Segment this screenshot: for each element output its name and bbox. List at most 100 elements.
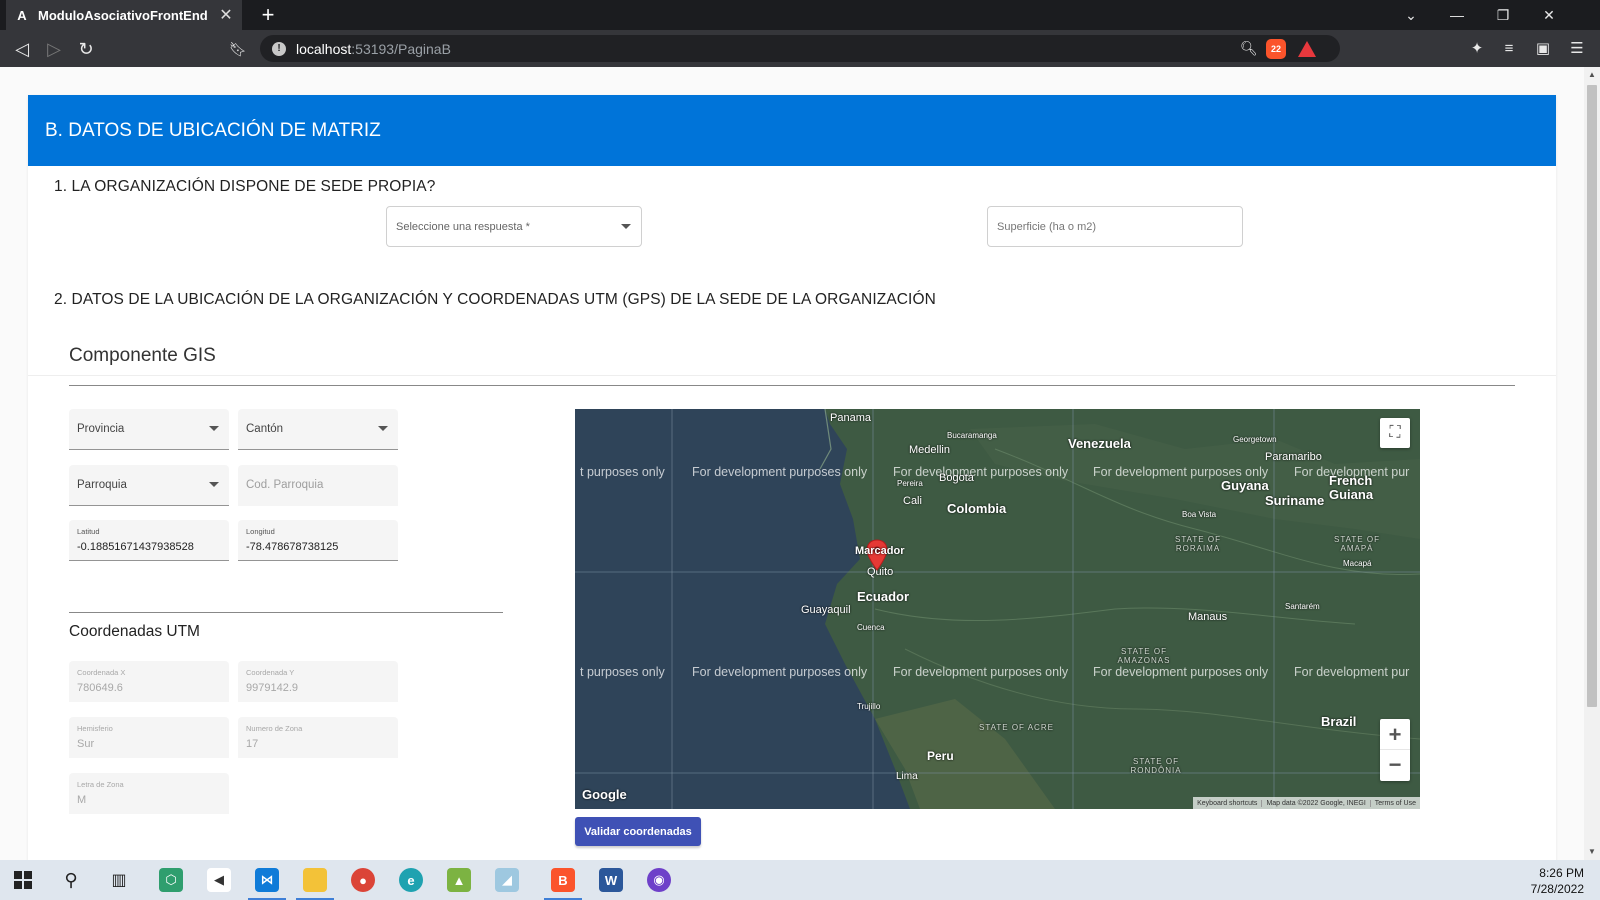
map-label: Guyana [1221, 478, 1269, 493]
scroll-thumb[interactable] [1587, 85, 1597, 707]
github-desktop-icon[interactable]: ◉ [636, 860, 682, 900]
site-info-icon[interactable]: ! [272, 41, 286, 56]
coordenada-y-value: 9979142.9 [246, 682, 298, 694]
notes-app-icon[interactable]: ◢ [484, 860, 530, 900]
chevron-down-icon [209, 482, 219, 487]
address-bar[interactable]: ! localhost:53193/PaginaB 🔍︎ 22 [260, 35, 1340, 62]
superficie-input[interactable]: Superficie (ha o m2) [987, 206, 1243, 247]
brave-shields-icon[interactable]: 22 [1266, 38, 1286, 59]
task-view-icon[interactable]: ▥ [96, 860, 142, 900]
section-header: B. DATOS DE UBICACIÓN DE MATRIZ [28, 95, 1556, 166]
letra-zona-label: Letra de Zona [77, 780, 124, 789]
gis-map[interactable]: t purposes only For development purposes… [575, 409, 1420, 809]
image-app-icon[interactable]: ▲ [436, 860, 482, 900]
validar-coordenadas-button[interactable]: Validar coordenadas [575, 817, 701, 846]
chevron-down-icon [621, 223, 631, 229]
map-label: STATE OF AMAZONAS [1117, 647, 1171, 665]
map-label: Brazil [1321, 714, 1357, 729]
zoom-icon[interactable]: 🔍︎ [1240, 40, 1258, 57]
app-hexagon-icon[interactable]: ⬡ [148, 860, 194, 900]
brave-rewards-icon[interactable] [1298, 40, 1316, 57]
minimize-icon[interactable]: — [1434, 0, 1480, 30]
map-attribution: Keyboard shortcuts Map data ©2022 Google… [1193, 797, 1420, 809]
new-tab-icon[interactable]: + [256, 3, 280, 27]
map-label: Bucaramanga [947, 431, 997, 440]
windows-icon [14, 871, 32, 889]
word-icon[interactable]: W [588, 860, 634, 900]
superficie-placeholder: Superficie (ha o m2) [997, 220, 1097, 233]
page-scrollbar[interactable]: ▲ ▼ [1584, 67, 1600, 860]
reload-icon[interactable]: ↻ [74, 37, 98, 61]
forward-icon[interactable]: ▷ [42, 37, 66, 61]
bookmark-icon[interactable]: 🔖︎ [226, 37, 250, 61]
back-icon[interactable]: ◁ [10, 37, 34, 61]
latitud-value: -0.18851671437938528 [77, 541, 194, 553]
letra-zona-value: M [77, 794, 87, 806]
map-label: Cuenca [857, 623, 885, 632]
zoom-out-icon[interactable]: − [1380, 750, 1410, 781]
start-button[interactable] [0, 860, 46, 900]
extensions-icon[interactable]: ✦ [1466, 38, 1488, 60]
utm-title: Coordenadas UTM [69, 623, 200, 640]
chevron-down-icon [378, 426, 388, 431]
menu-icon[interactable]: ☰ [1566, 38, 1588, 60]
terms-link[interactable]: Terms of Use [1369, 799, 1420, 807]
scroll-up-icon[interactable]: ▲ [1584, 67, 1600, 83]
vscode-icon[interactable]: ⋈ [244, 860, 290, 900]
map-label: Paramaribo [1265, 451, 1322, 463]
map-label: Boa Vista [1182, 510, 1217, 519]
close-window-icon[interactable]: ✕ [1526, 0, 1572, 30]
map-label: STATE OF RONDÔNIA [1130, 757, 1182, 775]
map-label: Guayaquil [801, 604, 851, 616]
map-label: STATE OF AMAPÁ [1334, 535, 1380, 553]
canton-select[interactable]: Cantón [238, 409, 398, 450]
coordenada-x-value: 780649.6 [77, 682, 123, 694]
map-watermark: For development purposes only [1093, 465, 1269, 479]
zoom-control: + − [1380, 719, 1410, 781]
map-label: Bogota [939, 472, 974, 484]
keyboard-shortcuts-link[interactable]: Keyboard shortcuts [1193, 800, 1261, 807]
latitud-field[interactable]: Latitud -0.18851671437938528 [69, 520, 229, 561]
longitud-value: -78.478678738125 [246, 541, 339, 553]
visual-studio-icon[interactable]: ◀ [196, 860, 242, 900]
map-label: Trujillo [857, 702, 881, 711]
parroquia-label: Parroquia [77, 479, 127, 491]
tab-strip: A ModuloAsociativoFrontEnd ✕ + ⌄ — ❐ ✕ [0, 0, 1600, 30]
map-watermark: t purposes only [580, 465, 665, 479]
file-explorer-icon[interactable] [292, 860, 338, 900]
map-label: Manaus [1188, 611, 1228, 623]
provincia-select[interactable]: Provincia [69, 409, 229, 450]
marker-label: Marcador [855, 545, 905, 557]
map-watermark: For development purposes only [1093, 665, 1269, 679]
reading-list-icon[interactable]: ≡ [1498, 38, 1520, 60]
edge-icon[interactable]: e [388, 860, 434, 900]
map-label: STATE OF ACRE [979, 723, 1054, 732]
brave-browser-icon[interactable]: B [540, 860, 586, 900]
map-label: Georgetown [1233, 435, 1277, 444]
zoom-in-icon[interactable]: + [1380, 719, 1410, 750]
scroll-down-icon[interactable]: ▼ [1584, 844, 1600, 860]
wallet-icon[interactable]: ▣ [1532, 38, 1554, 60]
map-label: Santarém [1285, 602, 1320, 611]
browser-tab[interactable]: A ModuloAsociativoFrontEnd ✕ [6, 0, 242, 30]
numero-zona-field: Numero de Zona 17 [238, 717, 398, 758]
cod-parroquia-placeholder: Cod. Parroquia [246, 479, 324, 491]
parroquia-select[interactable]: Parroquia [69, 465, 229, 506]
longitud-field[interactable]: Longitud -78.478678738125 [238, 520, 398, 561]
page-viewport: B. DATOS DE UBICACIÓN DE MATRIZ 1. LA OR… [0, 67, 1584, 860]
tab-search-chevron-icon[interactable]: ⌄ [1388, 0, 1434, 30]
coordenada-y-field: Coordenada Y 9979142.9 [238, 661, 398, 702]
system-clock[interactable]: 8:26 PM 7/28/2022 [1531, 865, 1584, 897]
search-icon[interactable]: ⚲ [48, 860, 94, 900]
close-tab-icon[interactable]: ✕ [218, 5, 234, 25]
map-data-text: Map data ©2022 Google, INEGI [1261, 799, 1369, 807]
map-label: Cali [903, 495, 922, 507]
chrome-icon[interactable]: ● [340, 860, 386, 900]
tab-title: ModuloAsociativoFrontEnd [38, 7, 208, 23]
restore-icon[interactable]: ❐ [1480, 0, 1526, 30]
fullscreen-icon[interactable]: ⛶ [1380, 418, 1410, 448]
map-watermark: For development pur [1294, 665, 1410, 679]
sede-propia-select[interactable]: Seleccione una respuesta * [386, 206, 642, 247]
clock-date: 7/28/2022 [1530, 882, 1584, 896]
sede-propia-select-label: Seleccione una respuesta * [396, 220, 530, 233]
